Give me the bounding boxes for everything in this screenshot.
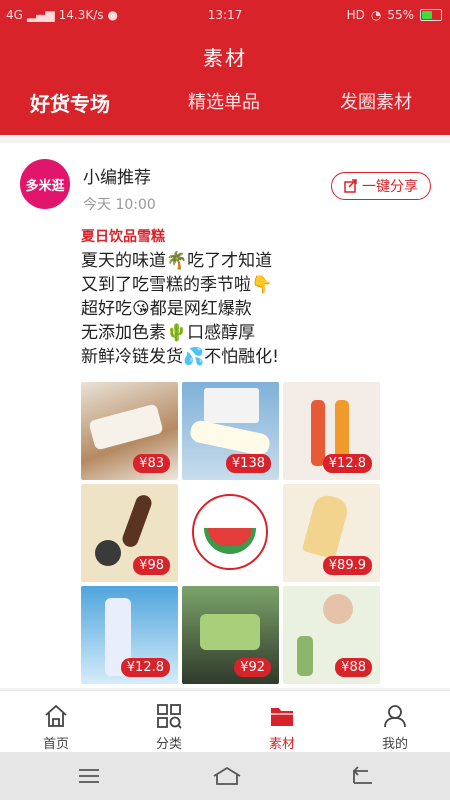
page-title: 素材	[203, 46, 247, 70]
nav-materials-label: 素材	[268, 737, 295, 752]
product-image[interactable]: ¥138	[182, 382, 279, 480]
bottom-nav: 首页 分类 素材 我的	[0, 690, 450, 753]
nav-home-label: 首页	[42, 737, 69, 752]
product-price: ¥92	[234, 658, 271, 677]
post-card: 多米逛 小编推荐 今天 10:00 一键分享 夏日饮品雪糕 夏天的味道🌴吃了才知…	[0, 143, 450, 688]
post-body: 夏天的味道🌴吃了才知道 又到了吃雪糕的季节啦👇 超好吃😘都是网红爆款 无添加色素…	[81, 249, 421, 369]
author-avatar: 多米逛	[20, 159, 70, 209]
product-image[interactable]	[182, 484, 279, 582]
product-image[interactable]: ¥12.8	[283, 382, 380, 480]
post-line: 夏天的味道🌴吃了才知道	[81, 251, 273, 271]
share-button[interactable]: 一键分享	[331, 172, 431, 200]
nav-materials[interactable]: 素材	[242, 691, 322, 753]
product-price: ¥12.8	[322, 454, 372, 473]
share-label: 一键分享	[362, 179, 418, 195]
product-image[interactable]: ¥83	[81, 382, 178, 480]
user-icon	[384, 705, 406, 728]
product-image[interactable]: ¥89.9	[283, 484, 380, 582]
home-button-icon[interactable]	[212, 766, 242, 786]
nav-home[interactable]: 首页	[16, 691, 96, 753]
nav-category-label: 分类	[155, 737, 182, 752]
nav-category[interactable]: 分类	[129, 691, 209, 753]
product-price: ¥138	[225, 454, 271, 473]
product-grid: ¥83 ¥138 ¥12.8 ¥98 ¥89.9 ¥12.8 ¥92 ¥88	[81, 382, 381, 684]
post-line: 无添加色素🌵口感醇厚	[81, 323, 256, 343]
product-image[interactable]: ¥92	[182, 586, 279, 684]
product-price: ¥89.9	[322, 556, 372, 575]
menu-icon[interactable]	[77, 766, 101, 786]
wifi-icon: ◔	[370, 8, 382, 22]
home-icon	[45, 704, 67, 727]
folder-icon	[271, 708, 293, 726]
header: 4G ▂▄▆ 14.3K/s ● 13:17 HD ◔ 55% 素材 好货专场 …	[0, 0, 450, 135]
post-line: 又到了吃雪糕的季节啦👇	[81, 275, 273, 295]
active-tab-indicator	[0, 118, 450, 135]
product-image[interactable]: ¥12.8	[81, 586, 178, 684]
post-time: 今天 10:00	[83, 197, 156, 213]
product-price: ¥12.8	[120, 658, 170, 677]
battery-text: 55%	[387, 8, 414, 22]
post-title: 夏日饮品雪糕	[81, 229, 165, 245]
author-name: 小编推荐	[83, 168, 151, 188]
post-line: 新鲜冷链发货💦不怕融化!	[81, 347, 279, 367]
post-line: 超好吃😘都是网红爆款	[81, 299, 252, 319]
product-price: ¥98	[133, 556, 170, 575]
nav-mine[interactable]: 我的	[355, 691, 435, 753]
product-price: ¥83	[133, 454, 170, 473]
nav-mine-label: 我的	[381, 737, 408, 752]
product-image[interactable]: ¥88	[283, 586, 380, 684]
status-bar: 4G ▂▄▆ 14.3K/s ● 13:17 HD ◔ 55%	[0, 0, 450, 30]
hd-indicator: HD	[346, 8, 365, 22]
category-icon	[157, 704, 182, 729]
product-price: ¥88	[335, 658, 372, 677]
share-icon	[344, 179, 357, 193]
battery-icon	[420, 9, 442, 21]
system-nav-bar	[0, 752, 450, 800]
back-icon[interactable]	[350, 766, 374, 786]
product-image[interactable]: ¥98	[81, 484, 178, 582]
